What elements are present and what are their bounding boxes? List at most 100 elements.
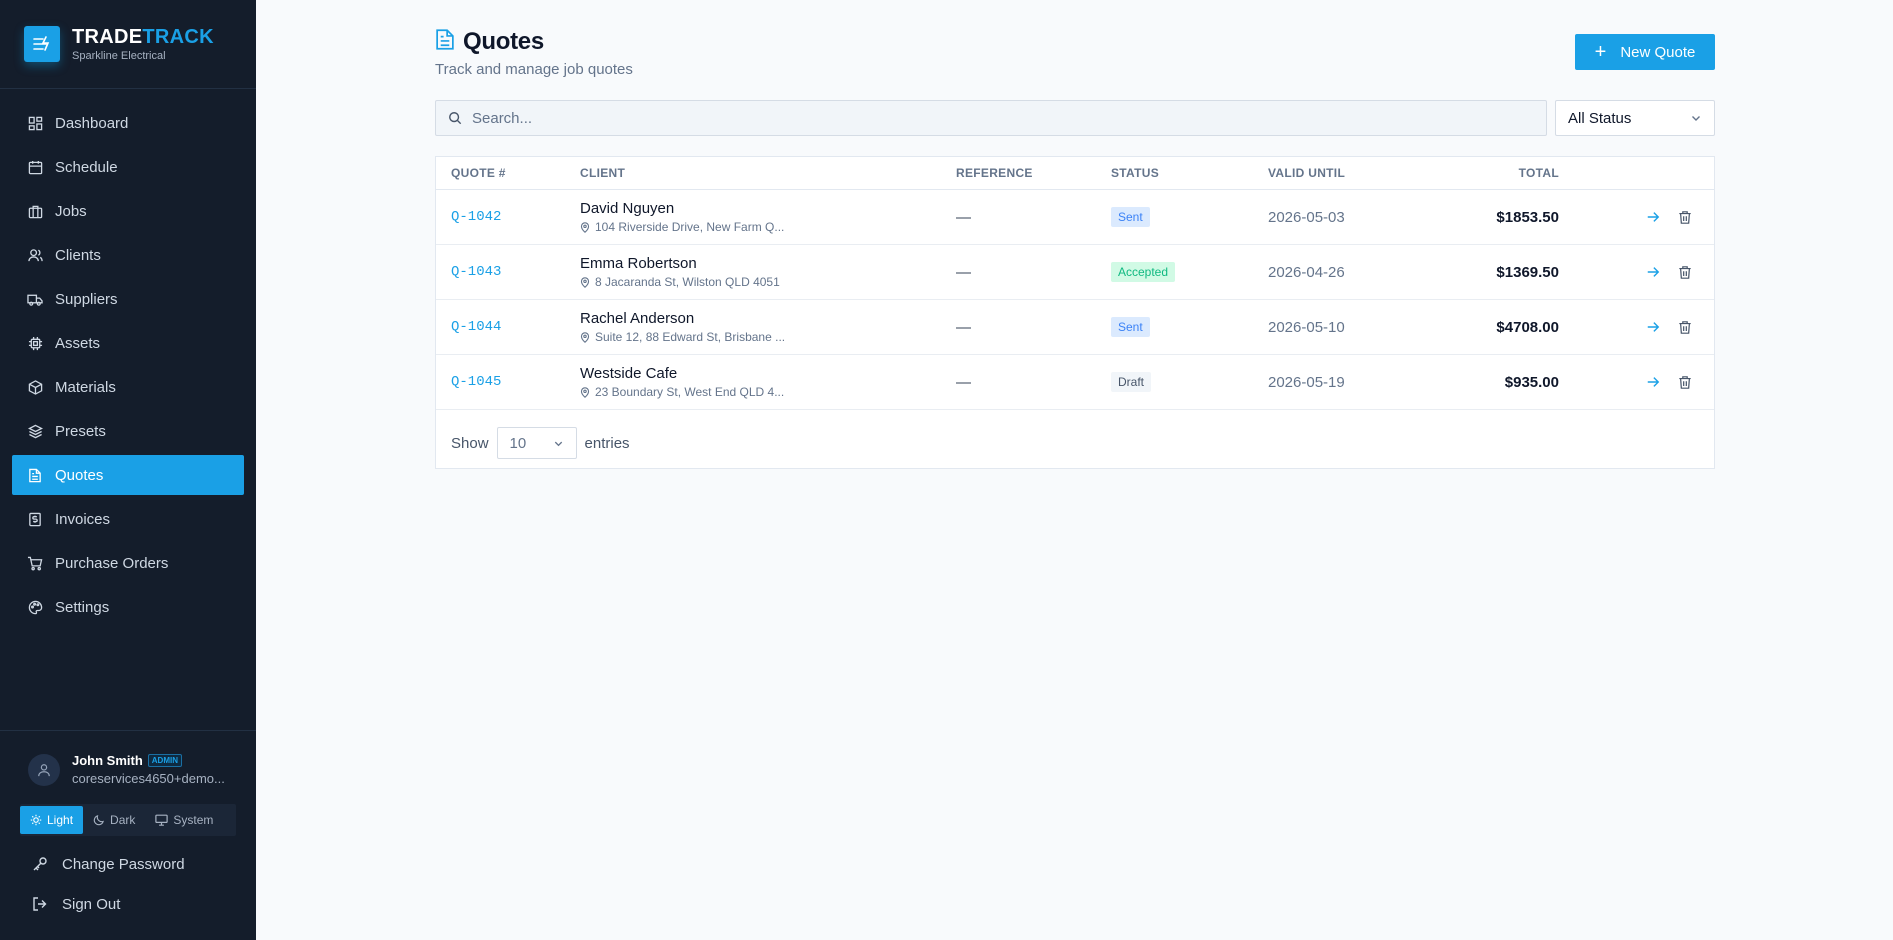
valid-until-date: 2026-04-26 — [1268, 263, 1345, 281]
table-header: QUOTE # CLIENT REFERENCE STATUS VALID UN… — [436, 157, 1714, 190]
reference-value: — — [956, 263, 971, 281]
sidebar-item-clients[interactable]: Clients — [12, 235, 244, 275]
table-row[interactable]: Q-1042 David Nguyen 104 Riverside Drive,… — [436, 190, 1714, 245]
cart-icon — [27, 555, 43, 571]
sidebar-item-label: Clients — [55, 246, 101, 264]
sign-out-icon — [33, 897, 47, 911]
table-row[interactable]: Q-1044 Rachel Anderson Suite 12, 88 Edwa… — [436, 300, 1714, 355]
client-name: Emma Robertson — [580, 255, 697, 272]
delete-quote-button[interactable] — [1676, 263, 1694, 281]
sidebar-item-label: Purchase Orders — [55, 554, 169, 572]
theme-dark-button[interactable]: Dark — [83, 806, 145, 834]
client-address: 104 Riverside Drive, New Farm Q... — [595, 220, 785, 234]
main-content: Quotes Track and manage job quotes + New… — [435, 0, 1715, 469]
chip-icon — [27, 335, 43, 351]
search-input[interactable] — [472, 109, 1472, 127]
plus-icon: + — [1594, 41, 1607, 63]
key-icon — [33, 857, 47, 871]
open-quote-button[interactable] — [1644, 373, 1662, 391]
trash-icon — [1679, 210, 1691, 224]
sidebar-item-dashboard[interactable]: Dashboard — [12, 103, 244, 143]
pagination: Show 10 entries — [451, 427, 630, 459]
open-quote-button[interactable] — [1644, 208, 1662, 226]
file-text-icon — [27, 467, 43, 483]
trash-icon — [1679, 320, 1691, 334]
box-icon — [27, 379, 43, 395]
quote-total: $1853.50 — [1496, 208, 1559, 226]
palette-icon — [27, 599, 43, 615]
delete-quote-button[interactable] — [1676, 208, 1694, 226]
users-icon — [27, 247, 43, 263]
column-header-reference[interactable]: REFERENCE — [956, 166, 1033, 180]
briefcase-icon — [27, 203, 43, 219]
status-badge: Sent — [1111, 317, 1150, 337]
column-header-total[interactable]: TOTAL — [1519, 166, 1559, 180]
entries-label: entries — [584, 434, 630, 452]
column-header-valid-until[interactable]: VALID UNTIL — [1268, 166, 1345, 180]
status-filter-select[interactable]: All Status — [1555, 100, 1715, 136]
sidebar-item-suppliers[interactable]: Suppliers — [12, 279, 244, 319]
sidebar-footer: John Smith ADMIN coreservices4650+demo...… — [0, 730, 256, 940]
new-quote-button[interactable]: + New Quote — [1575, 34, 1715, 70]
page-header: Quotes Track and manage job quotes + New… — [435, 0, 1715, 100]
reference-value: — — [956, 208, 971, 226]
sidebar-item-materials[interactable]: Materials — [12, 367, 244, 407]
quote-number-link[interactable]: Q-1043 — [451, 264, 501, 280]
quote-number-link[interactable]: Q-1042 — [451, 209, 501, 225]
client-address: Suite 12, 88 Edward St, Brisbane ... — [595, 330, 786, 344]
arrow-right-icon — [1647, 322, 1660, 332]
sidebar-item-presets[interactable]: Presets — [12, 411, 244, 451]
map-pin-icon — [580, 386, 590, 398]
status-badge: Accepted — [1111, 262, 1176, 282]
trash-icon — [1679, 375, 1691, 389]
map-pin-icon — [580, 331, 590, 343]
page-size-select[interactable]: 10 — [496, 427, 577, 459]
client-name: David Nguyen — [580, 200, 675, 217]
user-card[interactable]: John Smith ADMIN coreservices4650+demo... — [20, 753, 236, 786]
delete-quote-button[interactable] — [1676, 373, 1694, 391]
valid-until-date: 2026-05-10 — [1268, 318, 1345, 336]
sidebar-item-assets[interactable]: Assets — [12, 323, 244, 363]
quote-number-link[interactable]: Q-1044 — [451, 319, 501, 335]
sidebar-item-label: Suppliers — [55, 290, 118, 308]
quote-total: $935.00 — [1504, 373, 1559, 391]
valid-until-date: 2026-05-03 — [1268, 208, 1345, 226]
map-pin-icon — [580, 221, 590, 233]
sidebar-item-schedule[interactable]: Schedule — [12, 147, 244, 187]
file-text-icon — [435, 28, 455, 56]
theme-light-button[interactable]: Light — [20, 806, 84, 834]
sign-out-link[interactable]: Sign Out — [20, 884, 236, 924]
sidebar-item-invoices[interactable]: Invoices — [12, 499, 244, 539]
sidebar-item-label: Quotes — [55, 466, 104, 484]
brand-name: TRADETRACK — [72, 26, 214, 48]
table-row[interactable]: Q-1043 Emma Robertson 8 Jacaranda St, Wi… — [436, 245, 1714, 300]
map-pin-icon — [580, 276, 590, 288]
client-address: 23 Boundary St, West End QLD 4... — [595, 385, 785, 399]
table-row[interactable]: Q-1045 Westside Cafe 23 Boundary St, Wes… — [436, 355, 1714, 410]
moon-icon — [93, 815, 105, 826]
layers-icon — [27, 423, 43, 439]
sidebar-item-purchase-orders[interactable]: Purchase Orders — [12, 543, 244, 583]
quotes-table: QUOTE # CLIENT REFERENCE STATUS VALID UN… — [435, 156, 1715, 469]
open-quote-button[interactable] — [1644, 318, 1662, 336]
open-quote-button[interactable] — [1644, 263, 1662, 281]
reference-value: — — [956, 373, 971, 391]
column-header-status[interactable]: STATUS — [1111, 166, 1159, 180]
sun-icon — [30, 814, 42, 826]
sidebar-item-label: Materials — [55, 378, 116, 396]
role-badge: ADMIN — [147, 754, 182, 767]
change-password-link[interactable]: Change Password — [20, 844, 236, 884]
delete-quote-button[interactable] — [1676, 318, 1694, 336]
column-header-client[interactable]: CLIENT — [580, 166, 625, 180]
theme-system-button[interactable]: System — [145, 806, 223, 834]
arrow-right-icon — [1647, 267, 1660, 277]
page-subtitle: Track and manage job quotes — [435, 61, 633, 78]
sidebar-item-jobs[interactable]: Jobs — [12, 191, 244, 231]
column-header-quote[interactable]: QUOTE # — [451, 166, 506, 180]
brand[interactable]: TRADETRACK Sparkline Electrical — [0, 0, 256, 89]
quote-number-link[interactable]: Q-1045 — [451, 374, 501, 390]
sidebar-item-quotes[interactable]: Quotes — [12, 455, 244, 495]
show-label: Show — [451, 434, 489, 452]
valid-until-date: 2026-05-19 — [1268, 373, 1345, 391]
sidebar-item-settings[interactable]: Settings — [12, 587, 244, 627]
